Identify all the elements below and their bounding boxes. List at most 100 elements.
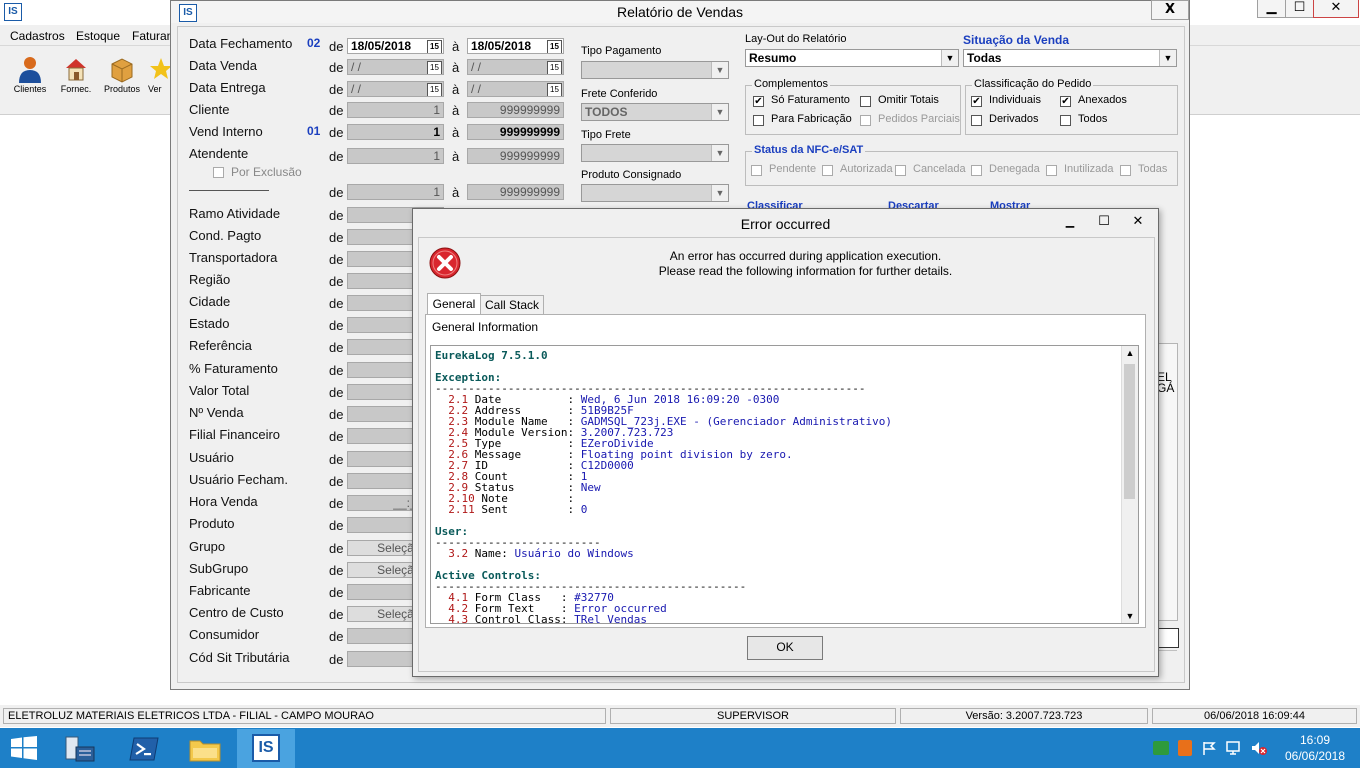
filter-label: Consumidor [189,627,260,642]
filter-to-input[interactable]: 999999999 [467,184,564,200]
checkbox[interactable] [971,165,982,176]
main-maximize-button[interactable]: ☐ [1285,0,1314,18]
filter-to-input[interactable]: / /15 [467,81,564,97]
filter-label: Data Fechamento [189,36,293,51]
calendar-icon[interactable]: 15 [547,83,562,96]
calendar-icon[interactable]: 15 [427,83,442,96]
filter-from-input[interactable]: 1 [347,124,444,140]
filter-label: Vend Interno [189,124,263,139]
powershell-icon[interactable] [128,734,160,764]
checkbox[interactable] [860,115,871,126]
error-dialog: Error occurred ▁ ☐ ✕ An error has occurr… [412,208,1159,677]
checkbox[interactable]: ✔ [1060,96,1071,107]
checkbox[interactable] [1046,165,1057,176]
checkbox[interactable] [1120,165,1131,176]
calendar-icon[interactable]: 15 [427,61,442,74]
filter-from-input[interactable]: / /15 [347,59,444,75]
filter-from-input[interactable]: 1 [347,102,444,118]
checkbox[interactable] [822,165,833,176]
calendar-icon[interactable]: 15 [547,61,562,74]
produto-consignado-select[interactable]: ▼ [581,184,729,202]
menu-cadastros[interactable]: Cadastros [10,29,65,43]
de-label: de [329,274,344,289]
clock-time[interactable]: 16:09 [1280,733,1350,747]
tab-call-stack[interactable]: Call Stack [480,295,544,315]
checkbox[interactable] [1060,115,1071,126]
tray-flag-icon[interactable] [1201,740,1217,756]
de-label: de [329,652,344,667]
frete-conferido-select[interactable]: TODOS ▼ [581,103,729,121]
checkbox[interactable]: ✔ [971,96,982,107]
scrollbar[interactable]: ▲ ▼ [1121,346,1138,623]
scroll-down-icon[interactable]: ▼ [1122,611,1138,621]
tipo-pagamento-label: Tipo Pagamento [581,45,662,57]
tipo-frete-label: Tipo Frete [581,129,631,141]
filter-label: Data Venda [189,58,257,73]
de-label: de [329,585,344,600]
filter-to-input[interactable]: 999999999 [467,102,564,118]
is-app-taskbar-button[interactable]: IS [237,729,295,768]
filter-to-input[interactable]: 18/05/2018 15 [467,38,564,54]
report-close-button[interactable]: X [1151,0,1189,20]
toolbar-label: Clientes [13,84,47,94]
filter-from-input[interactable]: 1 [347,184,444,200]
de-label: de [329,230,344,245]
checkbox[interactable] [971,115,982,126]
dialog-maximize-button[interactable]: ☐ [1087,213,1121,231]
checkbox[interactable] [753,115,764,126]
log-key-number: 4.3 [435,613,469,624]
checkbox[interactable] [751,165,762,176]
toolbar-vendas-button[interactable]: Ver [148,55,170,97]
calendar-icon[interactable]: 15 [547,40,562,53]
dialog-close-button[interactable]: ✕ [1121,213,1155,231]
tipo-pagamento-select[interactable]: ▼ [581,61,729,79]
star-icon [150,58,170,79]
filter-from-input[interactable]: 18/05/2018 15 [347,38,444,54]
log-textarea[interactable]: EurekaLog 7.5.1.0 Exception: ------------… [430,345,1139,624]
tray-alert-icon[interactable] [1178,740,1192,756]
checkbox[interactable]: ✔ [753,96,764,107]
layout-select[interactable]: Resumo ▼ [745,49,959,67]
filter-label: Cliente [189,102,230,117]
de-label: de [329,629,344,644]
menu-estoque[interactable]: Estoque [76,29,120,43]
toolbar-produtos-button[interactable]: Produtos [100,55,144,97]
server-manager-icon[interactable] [62,733,96,765]
log-text: EurekaLog 7.5.1.0 Exception: ------------… [435,350,1121,624]
toolbar-clientes-button[interactable]: Clientes [8,55,52,97]
de-label: de [329,149,344,164]
situacao-select[interactable]: Todas ▼ [963,49,1177,67]
tray-network-icon[interactable] [1225,740,1243,756]
de-label: de [329,60,344,75]
file-explorer-icon[interactable] [188,734,222,764]
filter-label: Atendente [189,146,249,161]
main-minimize-button[interactable]: ▁ [1257,0,1286,18]
checkbox-label: Todas [1138,163,1168,175]
complementos-title: Complementos [752,78,830,90]
toolbar-fornec-button[interactable]: Fornec. [54,55,98,97]
filter-to-input[interactable]: / /15 [467,59,564,75]
tray-volume-icon[interactable] [1250,740,1268,756]
tray-sync-icon[interactable] [1153,741,1169,755]
filter-code: 02 [307,36,321,50]
tipo-frete-select[interactable]: ▼ [581,144,729,162]
main-close-button[interactable]: ✕ [1313,0,1359,18]
por-exclusao-checkbox[interactable] [213,167,224,178]
scroll-thumb[interactable] [1124,364,1135,499]
filter-from-input[interactable]: 1 [347,148,444,164]
calendar-icon[interactable]: 15 [427,40,442,53]
tab-general[interactable]: General [427,293,481,316]
log-line: 4.3 Control Class: TRel_Vendas [435,613,1121,624]
checkbox[interactable] [860,96,871,107]
clock-date[interactable]: 06/06/2018 [1280,749,1350,763]
log-key: Control Class: [468,613,568,624]
checkbox[interactable] [895,165,906,176]
ok-button[interactable]: OK [747,636,823,660]
windows-start-icon[interactable] [10,736,38,760]
filter-to-input[interactable]: 999999999 [467,124,564,140]
filter-from-input[interactable]: / /15 [347,81,444,97]
filter-label: % Faturamento [189,361,278,376]
dialog-minimize-button[interactable]: ▁ [1053,213,1087,231]
filter-to-input[interactable]: 999999999 [467,148,564,164]
scroll-up-icon[interactable]: ▲ [1122,348,1138,358]
